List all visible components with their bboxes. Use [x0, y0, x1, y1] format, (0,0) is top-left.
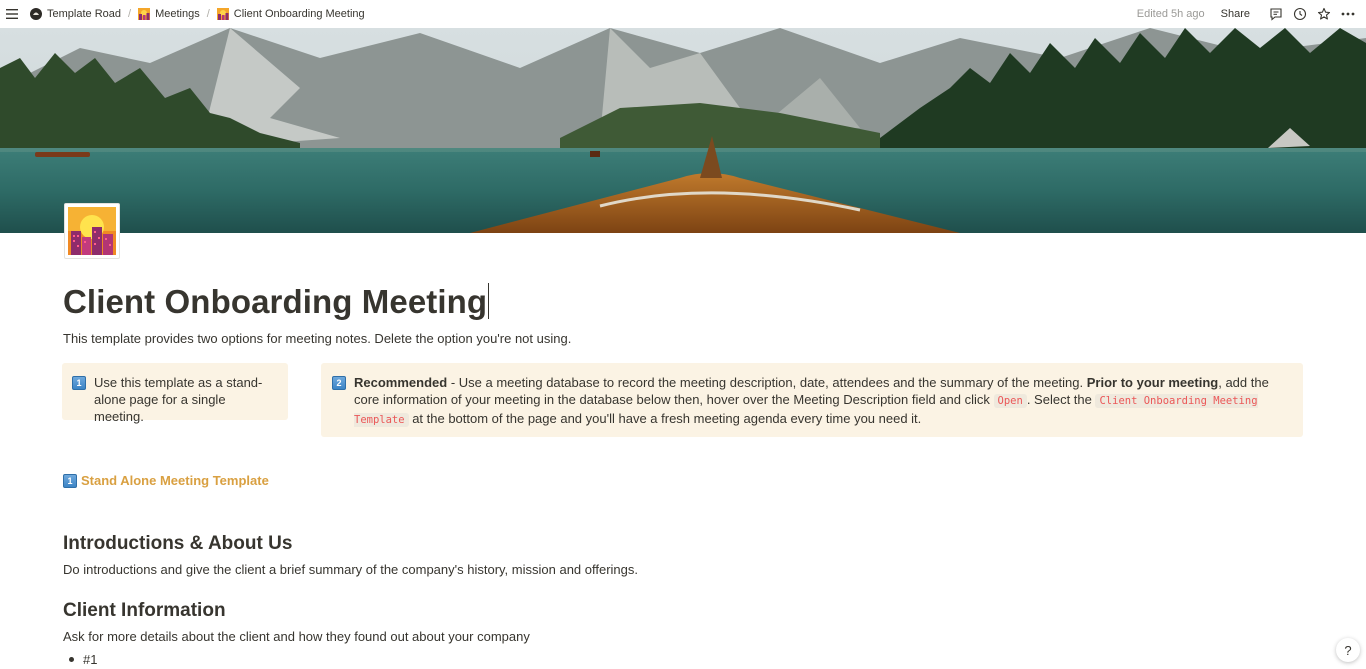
page-icon[interactable] [64, 203, 120, 259]
breadcrumb-item-current-page[interactable]: Client Onboarding Meeting [213, 6, 369, 22]
edited-timestamp: Edited 5h ago [1136, 8, 1205, 20]
star-icon[interactable] [1315, 5, 1333, 23]
help-label: ? [1344, 642, 1352, 658]
topbar-actions: Edited 5h ago Share [1137, 5, 1360, 23]
city-sunset-icon [68, 207, 116, 255]
share-button[interactable]: Share [1217, 6, 1254, 22]
keycap-1-icon: 1 [63, 473, 77, 488]
breadcrumb-item-meetings[interactable]: Meetings [134, 6, 204, 22]
comment-icon[interactable] [1267, 5, 1285, 23]
breadcrumb-label: Client Onboarding Meeting [233, 8, 365, 20]
callout-text: Use this template as a stand-alone page … [94, 375, 263, 424]
client-information-text[interactable]: Ask for more details about the client an… [63, 629, 530, 644]
callout-text: Recommended - Use a meeting database to … [354, 374, 1283, 437]
city-sunset-icon [138, 8, 151, 20]
breadcrumb-item-workspace[interactable]: Template Road [26, 6, 125, 22]
breadcrumb-separator: / [206, 8, 210, 20]
page-title[interactable]: Client Onboarding Meeting [63, 283, 490, 321]
more-options-icon[interactable] [1339, 5, 1357, 23]
workspace-avatar-icon [30, 8, 42, 20]
sidebar-toggle-icon[interactable] [2, 4, 22, 24]
keycap-2-icon: 2 [332, 376, 346, 390]
list-item-text: #1 [83, 652, 98, 667]
breadcrumb-label: Meetings [155, 8, 200, 20]
breadcrumb-separator: / [128, 8, 132, 20]
heading-introductions[interactable]: Introductions & About Us [63, 533, 292, 555]
cover-image[interactable] [0, 28, 1366, 233]
callout-bold-recommended: Recommended [354, 375, 448, 390]
page-description[interactable]: This template provides two options for m… [63, 331, 571, 346]
help-button[interactable]: ? [1336, 638, 1360, 662]
callout-bold-prior: Prior to your meeting [1086, 375, 1219, 390]
callout-text-part: at the bottom of the page and you'll hav… [408, 411, 922, 426]
breadcrumb: Template Road / Meetings / Client Onboar… [26, 6, 369, 22]
callout-option-1[interactable]: 1 Use this template as a stand-alone pag… [62, 363, 288, 424]
heading-client-information[interactable]: Client Information [63, 600, 226, 622]
keycap-1-icon: 1 [72, 376, 86, 390]
breadcrumb-label: Template Road [47, 8, 121, 20]
callout-text-part: - Use a meeting database to record the m… [447, 375, 1087, 390]
introductions-text[interactable]: Do introductions and give the client a b… [63, 562, 638, 577]
callout-option-2[interactable]: 2 Recommended - Use a meeting database t… [321, 363, 1303, 437]
history-clock-icon[interactable] [1291, 5, 1309, 23]
page-title-text: Client Onboarding Meeting [63, 283, 488, 320]
stand-alone-template-heading[interactable]: 1 Stand Alone Meeting Template [63, 473, 269, 488]
topbar: Template Road / Meetings / Client Onboar… [0, 0, 1366, 28]
inline-code-open: Open [993, 394, 1027, 408]
city-sunset-icon [216, 8, 229, 20]
list-item[interactable]: #1 [69, 652, 97, 667]
bullet-dot [69, 657, 74, 662]
stand-alone-template-label: Stand Alone Meeting Template [81, 473, 269, 488]
text-cursor [488, 283, 490, 319]
callout-text-part: . Select the [1026, 392, 1096, 407]
